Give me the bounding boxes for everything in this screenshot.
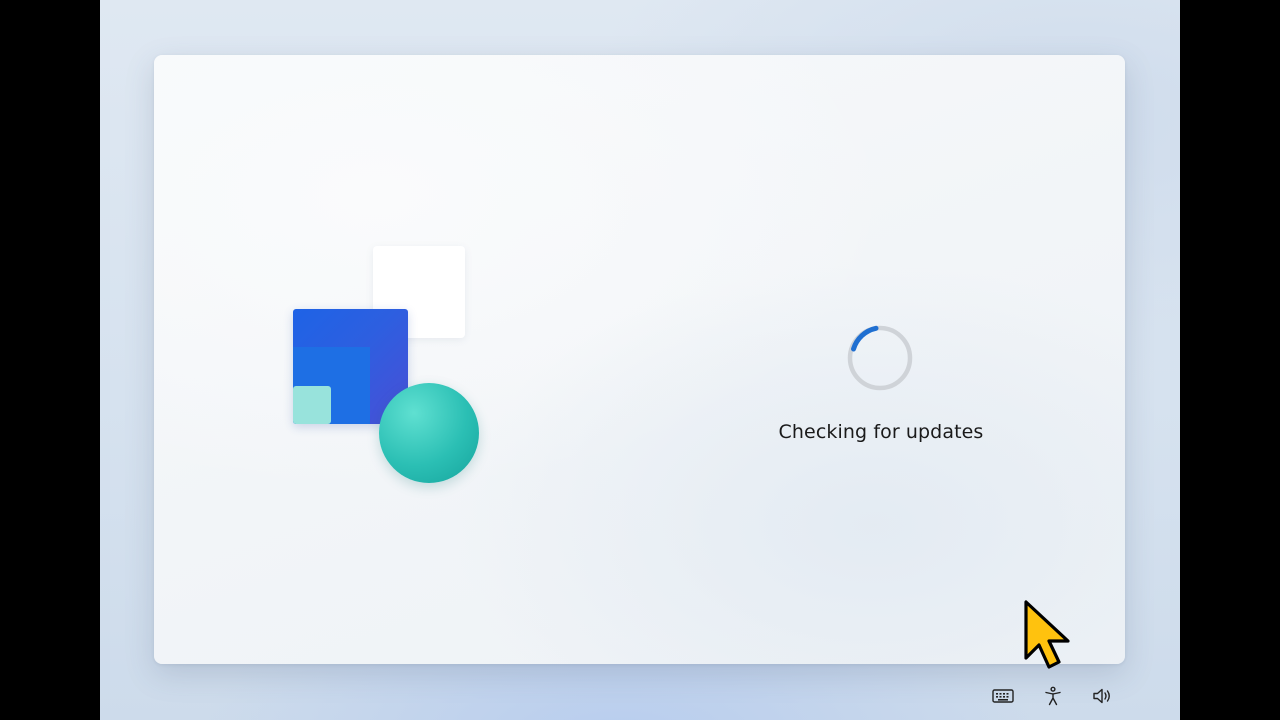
loading-spinner-icon — [847, 325, 913, 391]
keyboard-button[interactable] — [989, 684, 1017, 708]
volume-button[interactable] — [1090, 684, 1116, 708]
illustration-teal-circle — [379, 383, 479, 483]
accessibility-icon — [1045, 686, 1061, 706]
status-message: Checking for updates — [778, 421, 984, 443]
setup-illustration — [154, 55, 1125, 664]
mouse-cursor-icon — [1024, 600, 1070, 669]
volume-icon — [1093, 688, 1110, 704]
setup-dialog: Checking for updates — [154, 55, 1125, 664]
illustration-teal-tile — [293, 386, 331, 424]
keyboard-icon — [992, 689, 1014, 703]
illustration-blue-inner-tile — [293, 347, 370, 424]
oobe-screen: Checking for updates — [100, 0, 1180, 720]
illustration-white-tile — [373, 246, 465, 338]
accessibility-button[interactable] — [1040, 684, 1066, 708]
illustration-blue-tile — [293, 309, 408, 424]
